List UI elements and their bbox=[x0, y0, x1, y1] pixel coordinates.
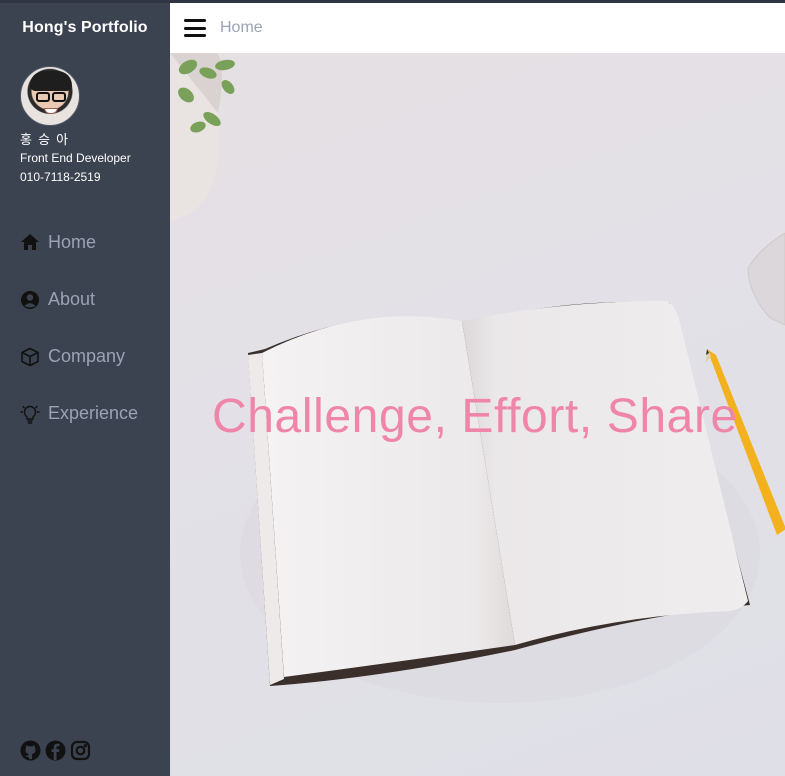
profile-name: 홍 승 아 bbox=[20, 133, 70, 148]
profile-role: Front End Developer bbox=[20, 151, 131, 165]
sidebar-item-home[interactable]: Home bbox=[0, 213, 170, 271]
social-links bbox=[19, 739, 91, 761]
sidebar-item-experience[interactable]: Experience bbox=[0, 385, 170, 442]
top-header: Home bbox=[170, 3, 785, 53]
hero-slogan: Challenge, Effort, Share bbox=[212, 390, 738, 443]
brand-title[interactable]: Hong's Portfolio bbox=[0, 3, 170, 52]
sidebar-item-label: Home bbox=[48, 231, 97, 252]
sidebar: Hong's Portfolio 홍 승 아 Front End Develop… bbox=[0, 3, 170, 776]
sidebar-item-label: Company bbox=[48, 346, 126, 366]
sidebar-item-about[interactable]: About bbox=[0, 271, 170, 328]
sidebar-item-label: About bbox=[48, 289, 96, 309]
instagram-icon[interactable] bbox=[69, 739, 91, 761]
sidebar-nav: Home About Company Experience bbox=[0, 213, 170, 442]
sidebar-item-label: Experience bbox=[48, 403, 139, 423]
user-circle-icon bbox=[20, 290, 40, 310]
facebook-icon[interactable] bbox=[44, 739, 66, 761]
hamburger-icon[interactable] bbox=[184, 18, 206, 38]
sidebar-item-company[interactable]: Company bbox=[0, 328, 170, 385]
breadcrumb[interactable]: Home bbox=[220, 19, 263, 37]
cube-icon bbox=[20, 347, 40, 367]
profile-card: 홍 승 아 Front End Developer 010-7118-2519 bbox=[0, 52, 170, 187]
profile-phone: 010-7118-2519 bbox=[20, 170, 101, 184]
lightbulb-icon bbox=[20, 404, 40, 424]
hero-section: Challenge, Effort, Share bbox=[170, 53, 785, 776]
github-icon[interactable] bbox=[19, 739, 41, 761]
home-icon bbox=[20, 232, 40, 252]
avatar bbox=[20, 66, 80, 126]
